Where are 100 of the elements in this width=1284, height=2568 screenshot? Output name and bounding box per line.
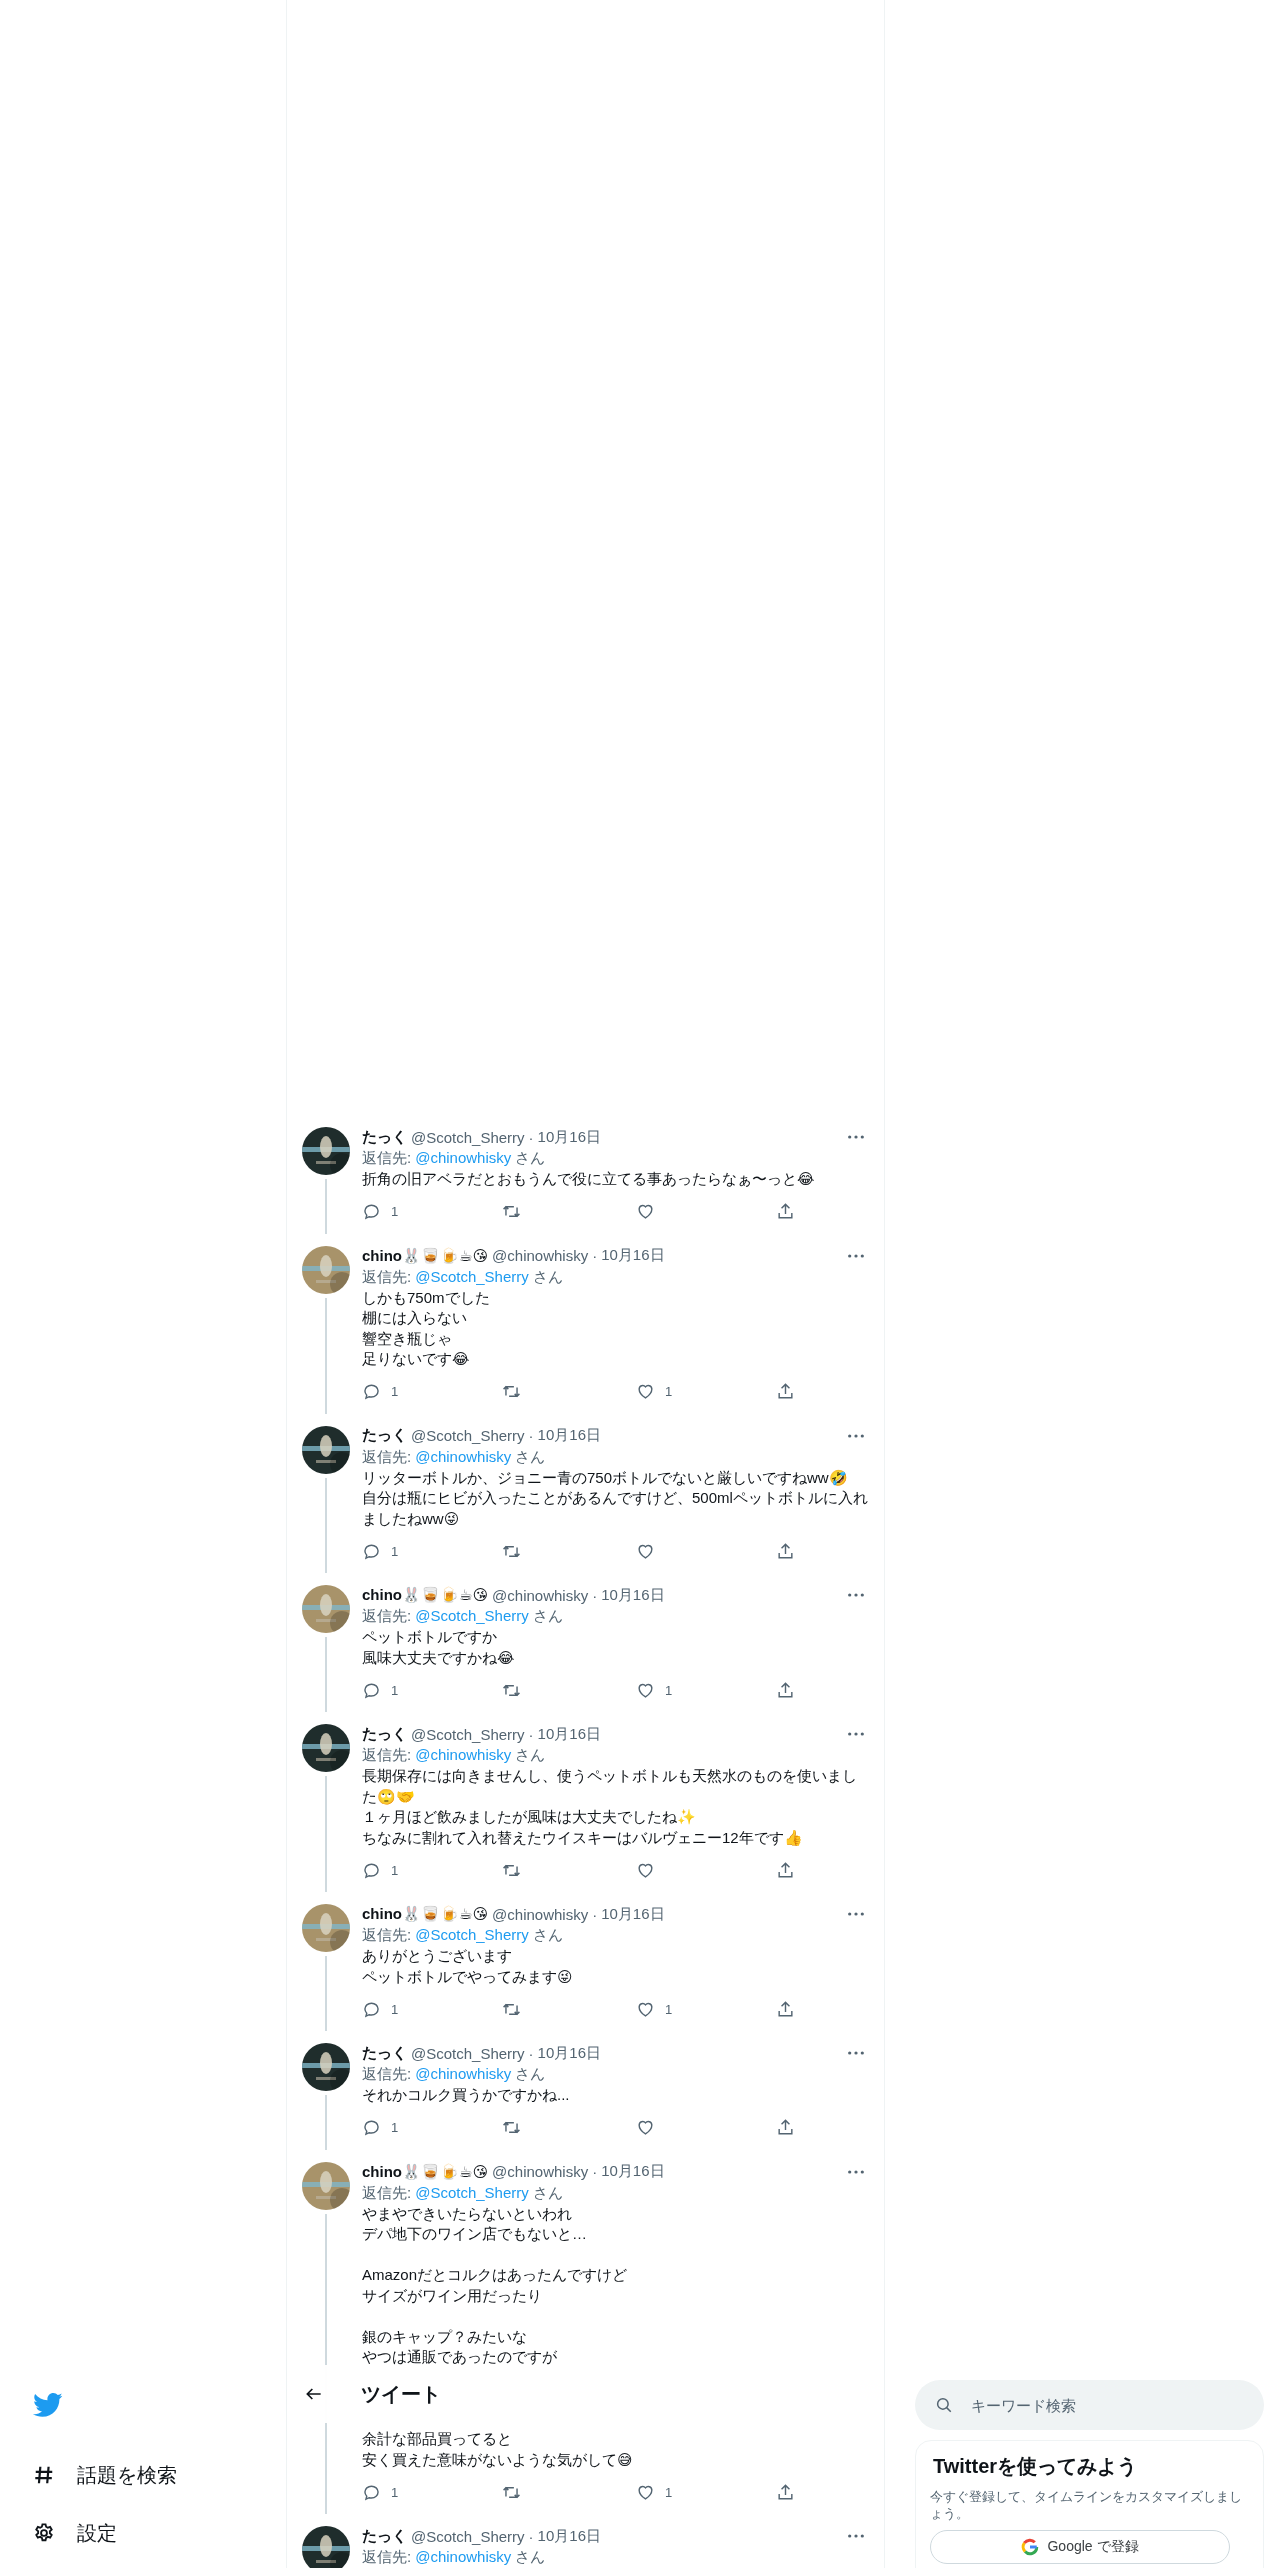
more-icon[interactable] <box>847 2533 865 2539</box>
nav-item[interactable]: 設定 <box>33 2504 117 2562</box>
tweet-text: 長期保存には向きませんし、使うペットボトルも天然水のものを使いました🙄🤝 <box>362 1766 858 1807</box>
like-count: 1 <box>665 1682 673 1698</box>
reply-count: 1 <box>391 2001 399 2017</box>
reply-label: 返信先: <box>362 1266 412 1287</box>
honorific: さん <box>532 1606 563 1626</box>
google-icon <box>1021 2538 1040 2556</box>
honorific: さん <box>532 1266 563 1287</box>
user-name[interactable]: chino🐰🥃🍺☕😘 <box>362 1246 489 1265</box>
reply-icon[interactable] <box>362 1541 381 1561</box>
tweet-text: デパ地下のワイン店でもないと… <box>362 2224 588 2244</box>
share-icon[interactable] <box>776 1860 795 1880</box>
user-handle[interactable]: @Scotch_Sherry <box>411 2527 525 2545</box>
separator-dot: · <box>592 1586 598 1604</box>
user-name[interactable]: たっく <box>362 1426 407 1445</box>
honorific: さん <box>532 1925 563 1945</box>
tweet-date[interactable]: 10月16日 <box>537 2526 601 2546</box>
reply-icon[interactable] <box>362 1860 381 1880</box>
user-name[interactable]: たっく <box>362 2043 407 2063</box>
user-name[interactable]: chino🐰🥃🍺☕😘 <box>362 2162 489 2181</box>
tweet-date[interactable]: 10月16日 <box>537 1127 601 1147</box>
more-icon[interactable] <box>847 1432 865 1439</box>
reply-icon[interactable] <box>362 1680 381 1700</box>
reply-icon[interactable] <box>362 2482 381 2502</box>
reply-icon[interactable] <box>362 2118 381 2137</box>
separator-dot: · <box>528 2044 534 2062</box>
user-name[interactable]: たっく <box>362 1127 407 1147</box>
reply-label: 返信先: <box>362 1745 412 1765</box>
more-icon[interactable] <box>847 1592 865 1598</box>
tweet-text: 安く買えた意味がないような気がして😅 <box>362 2449 634 2470</box>
nav-item[interactable]: 話題を検索 <box>33 2446 177 2504</box>
tweet-date[interactable]: 10月16日 <box>601 2162 665 2181</box>
like-count: 1 <box>665 2001 673 2017</box>
user-name[interactable]: たっく <box>362 2526 407 2546</box>
share-icon[interactable] <box>776 1541 795 1561</box>
more-icon[interactable] <box>847 1911 865 1917</box>
user-handle[interactable]: @Scotch_Sherry <box>411 1128 525 1146</box>
share-icon[interactable] <box>776 1202 795 1221</box>
heart-icon[interactable] <box>636 1202 655 1221</box>
tweet-text: ありがとうございます <box>362 1946 513 1966</box>
user-handle[interactable]: @Scotch_Sherry <box>411 2044 525 2062</box>
tweet-date[interactable]: 10月16日 <box>601 1585 665 1605</box>
tweet-text: Amazonだとコルクはあったんですけど <box>362 2265 629 2285</box>
share-icon[interactable] <box>776 1999 795 2019</box>
tweet-text: 棚には入らない <box>362 1308 468 1328</box>
more-icon[interactable] <box>847 2168 865 2175</box>
reply-icon[interactable] <box>362 1382 381 1401</box>
tweet-date[interactable]: 10月16日 <box>601 1246 665 1265</box>
user-name[interactable]: たっく <box>362 1724 407 1744</box>
honorific: さん <box>515 2064 546 2084</box>
tweet-text: それかコルク買うかですかね... <box>362 2085 571 2105</box>
tweet-text: 折角の旧アベラだとおもうんで役に立てる事あったらなぁ〜っと😂 <box>362 1169 816 1189</box>
page-title: ツイート <box>361 2381 441 2407</box>
user-handle[interactable]: @chinowhisky <box>492 1905 589 1923</box>
reply-icon[interactable] <box>362 1202 381 1221</box>
reply-count: 1 <box>391 2484 399 2500</box>
user-handle[interactable]: @Scotch_Sherry <box>411 1427 525 1444</box>
reply-icon[interactable] <box>362 1999 381 2019</box>
user-handle[interactable]: @chinowhisky <box>492 2163 589 2180</box>
tweet-date[interactable]: 10月16日 <box>537 1426 601 1445</box>
tweet-date[interactable]: 10月16日 <box>537 1724 601 1744</box>
more-icon[interactable] <box>847 1731 865 1737</box>
card-title: Twitterを使ってみよう <box>932 2454 1139 2479</box>
heart-icon[interactable] <box>636 1382 655 1401</box>
honorific: さん <box>515 1745 546 1765</box>
honorific: さん <box>515 2547 546 2567</box>
search-field[interactable]: キーワード検索 <box>915 2380 1264 2430</box>
user-handle[interactable]: @chinowhisky <box>492 1586 589 1604</box>
share-icon[interactable] <box>776 1382 795 1401</box>
more-icon[interactable] <box>847 2050 865 2056</box>
user-name[interactable]: chino🐰🥃🍺☕😘 <box>362 1905 489 1923</box>
bird-icon[interactable] <box>33 2390 63 2420</box>
more-icon[interactable] <box>847 1134 865 1140</box>
reply-count: 1 <box>391 1384 399 1399</box>
heart-icon[interactable] <box>636 2118 655 2137</box>
honorific: さん <box>515 1446 546 1467</box>
search-icon <box>935 2396 953 2414</box>
tweet-text: ペットボトルですか <box>362 1627 498 1647</box>
reply-label: 返信先: <box>362 1148 412 1168</box>
user-handle[interactable]: @Scotch_Sherry <box>411 1725 525 1743</box>
separator-dot: · <box>528 1725 534 1743</box>
share-icon[interactable] <box>776 2482 795 2502</box>
share-icon[interactable] <box>776 2118 795 2137</box>
separator-dot: · <box>592 2163 598 2180</box>
tweet-date[interactable]: 10月16日 <box>601 1904 665 1924</box>
google-signup-button[interactable]: Google で登録 <box>930 2530 1230 2564</box>
tweet-date[interactable]: 10月16日 <box>537 2043 601 2063</box>
honorific: さん <box>515 1148 546 1168</box>
reply-label: 返信先: <box>362 1446 412 1467</box>
user-name[interactable]: chino🐰🥃🍺☕😘 <box>362 1586 489 1604</box>
card-text: 今すぐ登録して、タイムラインをカスタマイズしましょう。 <box>930 2488 1243 2522</box>
tweet-text: 足りないです😂 <box>362 1349 471 1369</box>
tweet-text: ちなみに割れて入れ替えたウイスキーはバルヴェニー12年です👍 <box>362 1827 804 1848</box>
reply-count: 1 <box>391 1682 399 1698</box>
user-handle[interactable]: @chinowhisky <box>492 1247 589 1264</box>
reply-count: 1 <box>391 1543 399 1559</box>
reply-count: 1 <box>391 1862 399 1878</box>
more-icon[interactable] <box>847 1252 865 1259</box>
share-icon[interactable] <box>776 1680 795 1700</box>
